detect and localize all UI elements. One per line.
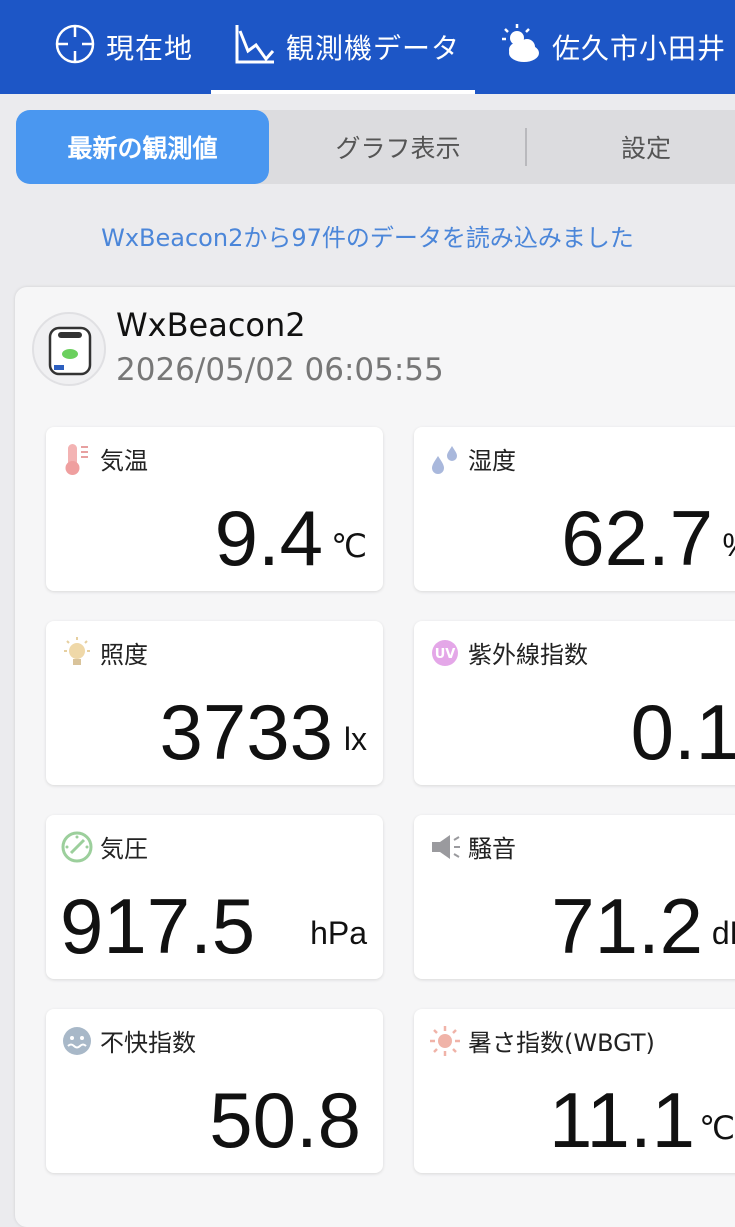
top-navigation: 現在地 観測機データ 佐久市小田井 [0, 0, 735, 94]
gauge-icon [60, 830, 94, 864]
device-name: WxBeacon2 [116, 306, 306, 344]
tab-settings[interactable]: 設定 [527, 110, 735, 184]
megaphone-icon [428, 830, 462, 864]
humidity-value: 62.7 [561, 494, 713, 582]
nav-label: 観測機データ [286, 32, 461, 65]
device-timestamp: 2026/05/02 06:05:55 [116, 352, 444, 388]
nav-current-location[interactable]: 現在地 [54, 0, 193, 94]
view-tabs: 最新の観測値 グラフ表示 設定 [16, 110, 735, 184]
pressure-unit: hPa [310, 915, 367, 951]
discomfort-index-card[interactable]: 不快指数 50.8 [46, 1009, 383, 1173]
illuminance-unit: lx [343, 721, 367, 757]
uv-icon: UV [428, 636, 462, 670]
water-drops-icon [428, 442, 462, 476]
illuminance-value: 3733 [159, 688, 333, 776]
wbgt-unit: ℃ [699, 1110, 735, 1146]
pressure-card[interactable]: 気圧 917.5 hPa [46, 815, 383, 979]
card-label: 湿度 [468, 447, 516, 475]
humidity-unit: % [723, 527, 735, 564]
illuminance-card[interactable]: 照度 3733 lx [46, 621, 383, 785]
card-label: 不快指数 [100, 1029, 196, 1057]
active-tab-indicator [211, 90, 475, 94]
sun-icon [428, 1024, 462, 1058]
pressure-value: 917.5 [60, 882, 256, 970]
card-label: 紫外線指数 [468, 641, 588, 669]
nav-label: 佐久市小田井 [552, 32, 727, 65]
card-label: 気圧 [100, 835, 148, 863]
noise-unit: dB [711, 915, 735, 951]
temperature-unit: ℃ [331, 528, 367, 564]
uv-index-card[interactable]: UV 紫外線指数 0.1 [414, 621, 735, 785]
device-avatar [32, 312, 106, 386]
svg-text:UV: UV [435, 647, 456, 662]
discomfort-index-value: 50.8 [209, 1076, 361, 1164]
light-bulb-icon [60, 636, 94, 670]
crosshair-icon [54, 23, 96, 72]
thermometer-icon [60, 442, 94, 476]
card-label: 気温 [100, 447, 148, 475]
humidity-card[interactable]: 湿度 62.7 % [414, 427, 735, 591]
nav-location-weather[interactable]: 佐久市小田井 [500, 0, 726, 94]
temperature-card[interactable]: 気温 9.4 ℃ [46, 427, 383, 591]
noise-value: 71.2 [551, 882, 703, 970]
card-label: 照度 [100, 641, 148, 669]
tab-latest-values[interactable]: 最新の観測値 [16, 110, 269, 184]
card-label: 暑さ指数(WBGT) [468, 1029, 655, 1057]
temperature-value: 9.4 [214, 494, 323, 582]
tab-graph[interactable]: グラフ表示 [269, 110, 527, 184]
nav-sensor-data[interactable]: 観測機データ [234, 0, 460, 94]
sweat-face-icon [60, 1024, 94, 1058]
beacon-device-icon [48, 326, 92, 376]
card-label: 騒音 [468, 835, 516, 863]
partly-cloudy-icon [500, 23, 542, 72]
uv-index-value: 0.1 [630, 688, 735, 776]
status-message: WxBeacon2から97件のデータを読み込みました [101, 224, 634, 252]
wbgt-value: 11.1 [548, 1076, 695, 1164]
line-chart-icon [234, 23, 276, 72]
nav-label: 現在地 [106, 32, 194, 65]
wbgt-card[interactable]: 暑さ指数(WBGT) 11.1 ℃ [414, 1009, 735, 1173]
noise-card[interactable]: 騒音 71.2 dB [414, 815, 735, 979]
